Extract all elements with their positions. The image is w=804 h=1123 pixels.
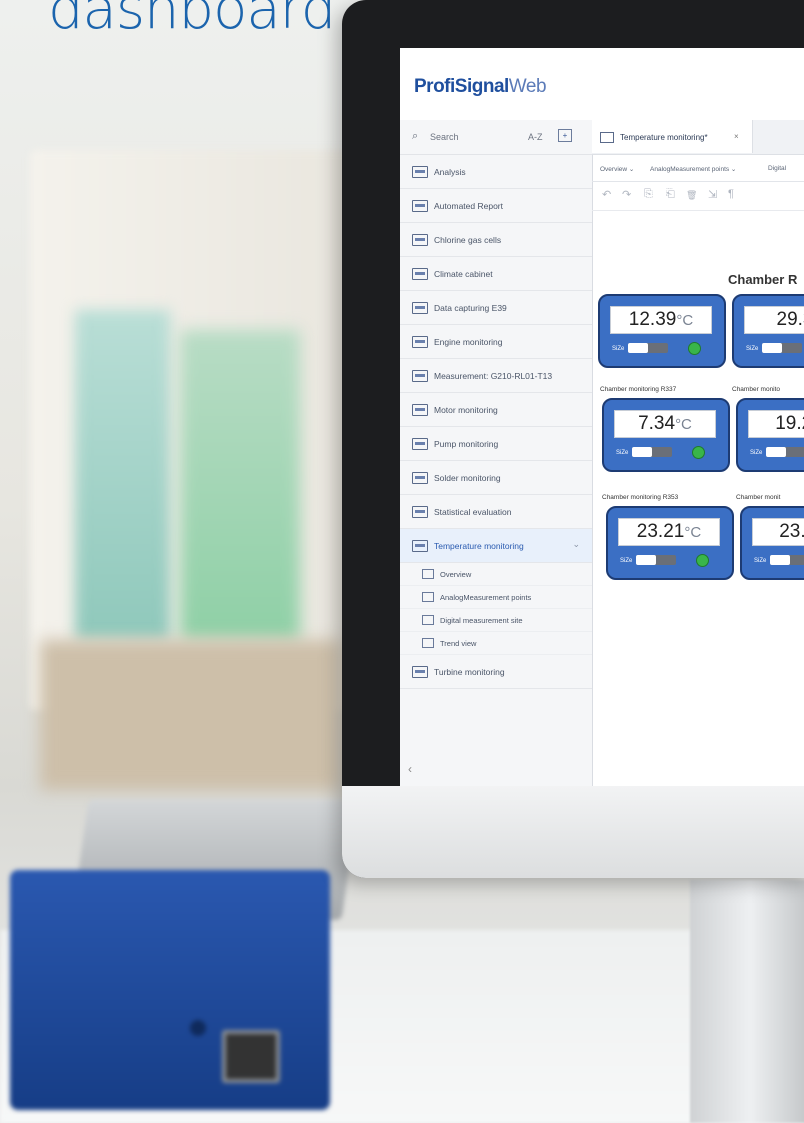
temperature-value: 23.21°C [618, 518, 720, 546]
page-icon [422, 638, 434, 648]
sidebar-item-turbine-monitoring[interactable]: Turbine monitoring [400, 655, 592, 689]
dashboard-icon [412, 336, 428, 348]
editor-toolbar: ↶ ↷ ⎘ ⎗ 🗑 ⇲ ¶ [592, 182, 804, 211]
undo-icon[interactable]: ↶ [602, 188, 611, 201]
sidebar-subitem-digital[interactable]: Digital measurement site [400, 609, 592, 632]
dashboard-icon [412, 404, 428, 416]
monitor-stand [690, 880, 804, 1123]
dashboard-icon [412, 370, 428, 382]
copy-icon[interactable]: ⎘ [644, 188, 653, 201]
sort-az-button[interactable]: A-Z [528, 132, 543, 142]
page-icon [422, 569, 434, 579]
canvas-title: Chamber R [728, 272, 798, 287]
toggle-switch[interactable] [762, 343, 802, 353]
toggle-switch[interactable] [636, 555, 676, 565]
sidebar-item-pump-monitoring[interactable]: Pump monitoring [400, 427, 592, 461]
status-led [688, 342, 701, 355]
monitor-chin [342, 786, 804, 878]
temperature-tile[interactable]: 29.3 SiZe [732, 294, 804, 368]
headline: dashboard [48, 0, 336, 42]
dashboard-icon [412, 666, 428, 678]
sidebar-item-analysis[interactable]: Analysis [400, 155, 592, 189]
device-led [190, 1020, 206, 1036]
paste-icon[interactable]: ⎗ [666, 188, 675, 201]
dashboard-icon [412, 234, 428, 246]
sidebar-item-engine-monitoring[interactable]: Engine monitoring [400, 325, 592, 359]
dashboard-icon [412, 268, 428, 280]
dashboard-icon [412, 540, 428, 552]
sidebar-item-motor-monitoring[interactable]: Motor monitoring [400, 393, 592, 427]
toggle-switch[interactable] [766, 447, 804, 457]
search-row: ⌕ Search A-Z + [400, 120, 592, 155]
main-area: Temperature monitoring* × Overview ⌄ Ana… [592, 120, 804, 788]
ethernet-port [222, 1030, 280, 1083]
sidebar-item-statistical-evaluation[interactable]: Statistical evaluation [400, 495, 592, 529]
temperature-value: 19.23 [748, 410, 804, 438]
sidebar-item-measurement[interactable]: Measurement: G210-RL01-T13 [400, 359, 592, 393]
app-header: ProfiSignalWeb [400, 48, 804, 121]
temperature-tile[interactable]: 12.39°C SiZe [598, 294, 726, 368]
status-led [692, 446, 705, 459]
hardware-device [10, 800, 359, 1120]
temperature-value: 7.34°C [614, 410, 716, 438]
toggle-switch[interactable] [632, 447, 672, 457]
toggle-switch[interactable] [628, 343, 668, 353]
status-led [696, 554, 709, 567]
dashboard-canvas: Chamber R 12.39°C SiZe 29.3 SiZe Chamber… [592, 208, 804, 788]
sidebar-subitem-analog[interactable]: AnalogMeasurement points [400, 586, 592, 609]
temperature-value: 12.39°C [610, 306, 712, 334]
dashboard-icon [412, 506, 428, 518]
chevron-down-icon[interactable]: ⌄ [572, 539, 580, 550]
app-logo: ProfiSignalWeb [414, 76, 547, 97]
background-binder [75, 310, 170, 640]
dashboard-icon [412, 302, 428, 314]
temperature-tile[interactable]: 19.23 SiZe [736, 398, 804, 472]
sidebar-subitem-overview[interactable]: Overview [400, 563, 592, 586]
collapse-sidebar-icon[interactable]: ‹ [408, 762, 412, 776]
app-window: ProfiSignalWeb ⌕ Search A-Z + Analysis A… [400, 48, 804, 788]
tile-caption: Chamber monitoring R353 [602, 494, 679, 501]
background-binder [180, 330, 300, 640]
dashboard-icon [412, 438, 428, 450]
page-icon [422, 592, 434, 602]
sidebar-item-temperature-monitoring[interactable]: Temperature monitoring ⌄ [400, 529, 592, 563]
page-icon [422, 615, 434, 625]
sidebar-item-automated-report[interactable]: Automated Report [400, 189, 592, 223]
monitor: ProfiSignalWeb ⌕ Search A-Z + Analysis A… [342, 0, 804, 878]
dashboard-icon [412, 166, 428, 178]
temperature-tile[interactable]: 7.34°C SiZe [602, 398, 730, 472]
search-input[interactable]: Search [430, 132, 459, 142]
tile-caption: Chamber monitoring R337 [600, 386, 677, 393]
temperature-value: 23.21 [752, 518, 804, 546]
delete-icon[interactable]: 🗑 [686, 190, 697, 201]
close-icon[interactable]: × [734, 132, 739, 141]
tab-analog-measurement-points[interactable]: AnalogMeasurement points ⌄ [650, 165, 736, 173]
sidebar-item-data-capturing[interactable]: Data capturing E39 [400, 291, 592, 325]
temperature-tile[interactable]: 23.21 SiZe [740, 506, 804, 580]
sidebar-item-climate-cabinet[interactable]: Climate cabinet [400, 257, 592, 291]
align-icon[interactable]: ⇲ [708, 188, 717, 201]
dashboard-icon [412, 472, 428, 484]
search-icon[interactable]: ⌕ [412, 130, 418, 143]
dashboard-icon [600, 132, 614, 143]
page-tabs: Overview ⌄ AnalogMeasurement points ⌄ Di… [592, 155, 804, 182]
dashboard-icon [412, 200, 428, 212]
tile-caption: Chamber monito [732, 386, 781, 393]
tab-digital[interactable]: Digital [768, 165, 786, 172]
sidebar-subitem-trend-view[interactable]: Trend view [400, 632, 592, 655]
tile-caption: Chamber monit [736, 494, 781, 501]
tab-temperature-monitoring[interactable]: Temperature monitoring* × [592, 120, 753, 153]
sidebar-item-chlorine-gas-cells[interactable]: Chlorine gas cells [400, 223, 592, 257]
tab-overview[interactable]: Overview ⌄ [600, 165, 634, 173]
temperature-tile[interactable]: 23.21°C SiZe [606, 506, 734, 580]
tab-bar: Temperature monitoring* × [592, 120, 804, 155]
toggle-switch[interactable] [770, 555, 804, 565]
add-icon[interactable]: + [558, 129, 572, 142]
redo-icon[interactable]: ↷ [622, 188, 631, 201]
temperature-value: 29.3 [744, 306, 804, 334]
sidebar: ⌕ Search A-Z + Analysis Automated Report… [400, 120, 593, 788]
sidebar-item-solder-monitoring[interactable]: Solder monitoring [400, 461, 592, 495]
background-box [40, 640, 340, 790]
format-icon[interactable]: ¶ [728, 188, 734, 200]
